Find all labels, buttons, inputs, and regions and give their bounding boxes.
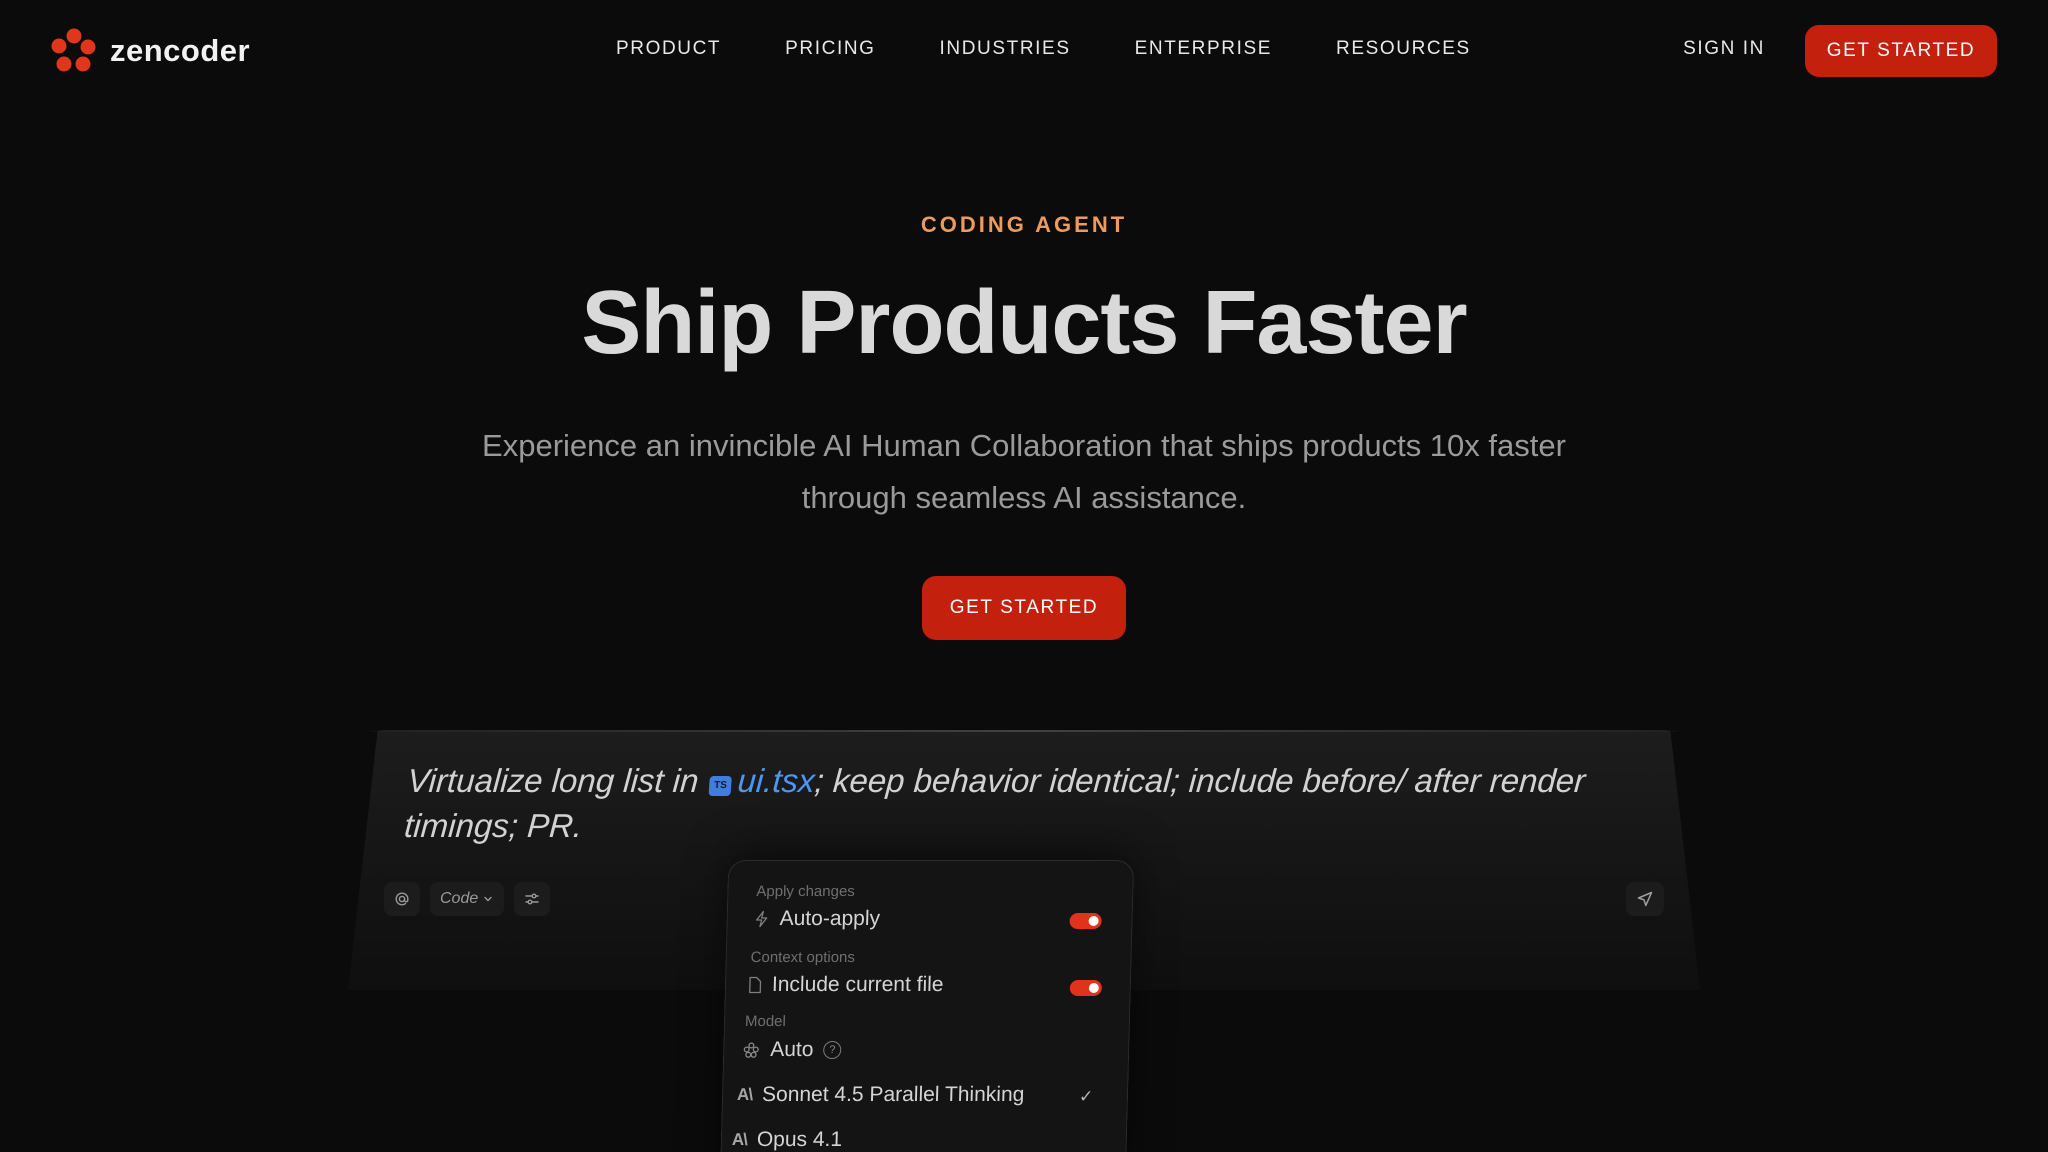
prompt-text-before: Virtualize long list in	[406, 762, 700, 799]
header-get-started-button[interactable]: GET STARTED	[1805, 25, 1997, 77]
anthropic-icon: A\	[736, 1085, 753, 1104]
prompt-card-edge	[370, 730, 1678, 732]
nav-item-industries[interactable]: INDUSTRIES	[940, 38, 1071, 60]
brand-logo[interactable]: zencoder	[50, 27, 250, 75]
hero-title: Ship Products Faster	[581, 273, 1467, 373]
auto-apply-toggle[interactable]	[1069, 913, 1102, 929]
model-sonnet-label: Sonnet 4.5 Parallel Thinking	[761, 1083, 1025, 1106]
hero-get-started-button[interactable]: GET STARTED	[922, 576, 1126, 640]
send-button[interactable]	[1626, 882, 1664, 916]
sparkle-icon	[743, 1042, 759, 1058]
anthropic-icon: A\	[731, 1130, 748, 1149]
brand-name: zencoder	[110, 33, 251, 68]
context-options-label: Context options	[750, 949, 856, 966]
model-label: Model	[744, 1013, 787, 1030]
chevron-down-icon	[484, 896, 492, 902]
include-current-file-label: Include current file	[771, 973, 944, 996]
settings-button[interactable]	[514, 882, 551, 916]
nav-item-product[interactable]: PRODUCT	[616, 38, 721, 60]
nav-item-resources[interactable]: RESOURCES	[1336, 38, 1471, 60]
model-option-sonnet[interactable]: A\ Sonnet 4.5 Parallel Thinking	[737, 1083, 1025, 1107]
typescript-file-icon: TS	[708, 776, 733, 796]
nav-item-enterprise[interactable]: ENTERPRISE	[1135, 38, 1272, 60]
options-dropdown: Apply changes Auto-apply Context options…	[719, 860, 1135, 1152]
model-opus-label: Opus 4.1	[756, 1128, 843, 1151]
model-auto-label: Auto	[769, 1038, 814, 1061]
prompt-text[interactable]: Virtualize long list in TS ui.tsx; keep b…	[403, 758, 1629, 848]
zencoder-logo-icon	[51, 28, 96, 72]
include-current-file-option[interactable]: Include current file	[748, 973, 944, 997]
hero-subtitle: Experience an invincible AI Human Collab…	[482, 428, 1566, 515]
lightning-icon	[755, 910, 768, 928]
model-option-opus[interactable]: A\ Opus 4.1	[732, 1128, 843, 1152]
mention-button[interactable]	[384, 882, 420, 916]
help-icon[interactable]: ?	[823, 1041, 842, 1059]
checkmark-icon: ✓	[1078, 1087, 1094, 1106]
model-option-auto[interactable]: Auto ?	[742, 1038, 842, 1062]
landing-page: zencoder PRODUCT PRICING INDUSTRIES ENTE…	[0, 0, 2048, 1152]
apply-changes-label: Apply changes	[756, 883, 856, 900]
nav-item-pricing[interactable]: PRICING	[785, 38, 875, 60]
file-icon	[749, 976, 762, 994]
mode-select-label: Code	[440, 890, 479, 907]
at-icon	[395, 892, 409, 906]
hero-eyebrow: CODING AGENT	[920, 212, 1128, 237]
prompt-toolbar: Code	[384, 882, 551, 916]
sliders-icon	[525, 893, 539, 905]
auto-apply-label: Auto-apply	[779, 907, 881, 930]
main-nav: PRODUCT PRICING INDUSTRIES ENTERPRISE RE…	[616, 38, 1471, 60]
mode-select[interactable]: Code	[430, 882, 505, 916]
file-reference-link[interactable]: ui.tsx	[736, 762, 816, 799]
send-icon	[1637, 891, 1653, 907]
auto-apply-option[interactable]: Auto-apply	[753, 907, 880, 931]
sign-in-link[interactable]: SIGN IN	[1683, 38, 1765, 60]
include-current-file-toggle[interactable]	[1069, 980, 1103, 996]
